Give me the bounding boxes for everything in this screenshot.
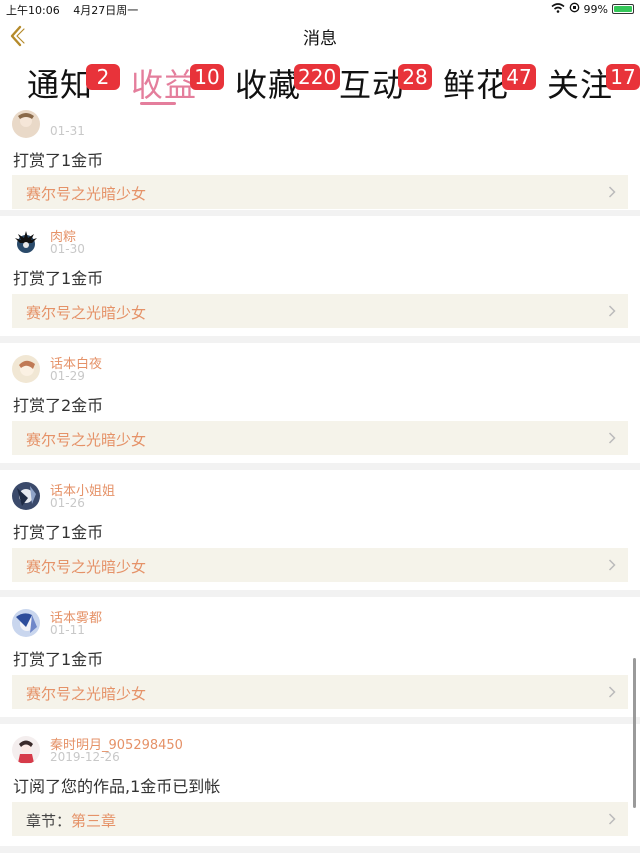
work-title: 赛尔号之光暗少女: [26, 558, 147, 576]
list-item[interactable]: 秦时明月_905298450 2019-12-26 订阅了您的作品,1金币已到帐…: [0, 724, 640, 846]
chevron-right-icon: [608, 305, 616, 317]
work-title: 赛尔号之光暗少女: [26, 304, 147, 322]
work-link[interactable]: 赛尔号之光暗少女: [12, 421, 628, 455]
tab-earnings[interactable]: 收益 10: [122, 56, 226, 106]
action-text: 打赏了1金币: [13, 151, 104, 170]
status-right: 99%: [551, 2, 634, 16]
status-left: 上午10:06 4月27日周一: [6, 2, 148, 18]
action-text: 打赏了1金币: [13, 269, 104, 288]
scrollbar[interactable]: [633, 658, 636, 808]
list-item[interactable]: 话本小姐姐 01-26 打赏了1金币 赛尔号之光暗少女: [0, 470, 640, 590]
timestamp: 2019-12-26: [50, 750, 120, 764]
tab-notifications[interactable]: 通知 2: [18, 56, 122, 106]
tab-interactions[interactable]: 互动 28: [330, 56, 434, 106]
timestamp: 01-30: [50, 242, 85, 256]
chapter-link[interactable]: 章节：第三章: [12, 802, 628, 836]
avatar[interactable]: [12, 482, 40, 510]
battery-percent: 99%: [583, 2, 608, 16]
tab-flowers[interactable]: 鲜花 47: [434, 56, 538, 106]
unread-badge: 28: [398, 64, 432, 90]
avatar[interactable]: [12, 355, 40, 383]
timestamp: 01-29: [50, 369, 85, 383]
list-item[interactable]: 话本白夜 01-29 打赏了2金币 赛尔号之光暗少女: [0, 343, 640, 463]
list-item[interactable]: 肉粽 01-30 打赏了1金币 赛尔号之光暗少女: [0, 216, 640, 336]
nav-header: 消息 通知 2 收益 10 收藏 220 互动 28 鲜花 47 关注 17: [0, 18, 640, 110]
status-date: 4月27日周一: [73, 4, 139, 17]
category-tabs: 通知 2 收益 10 收藏 220 互动 28 鲜花 47 关注 17: [0, 56, 640, 106]
timestamp: 01-31: [50, 124, 85, 138]
action-text: 打赏了1金币: [13, 650, 104, 669]
avatar[interactable]: [12, 228, 40, 256]
action-text: 打赏了2金币: [13, 396, 104, 415]
work-link[interactable]: 赛尔号之光暗少女: [12, 675, 628, 709]
unread-badge: 47: [502, 64, 536, 90]
avatar[interactable]: [12, 110, 40, 138]
list-item[interactable]: 话本雾都 01-11 打赏了1金币 赛尔号之光暗少女: [0, 597, 640, 717]
list-item[interactable]: 01-31 打赏了1金币 赛尔号之光暗少女: [0, 110, 640, 210]
work-title: 赛尔号之光暗少女: [26, 685, 147, 703]
tab-favorites[interactable]: 收藏 220: [226, 56, 341, 106]
unread-badge: 10: [190, 64, 224, 90]
chevron-right-icon: [608, 559, 616, 571]
work-link[interactable]: 赛尔号之光暗少女: [12, 294, 628, 328]
status-time: 上午10:06: [6, 4, 60, 17]
work-title: 赛尔号之光暗少女: [26, 431, 147, 449]
battery-level: [614, 6, 632, 12]
chevron-right-icon: [608, 432, 616, 444]
work-title: 赛尔号之光暗少女: [26, 185, 147, 203]
status-bar: 上午10:06 4月27日周一 99%: [0, 0, 640, 18]
unread-badge: 2: [86, 64, 120, 90]
action-text: 打赏了1金币: [13, 523, 104, 542]
avatar[interactable]: [12, 609, 40, 637]
unread-badge: 17: [606, 64, 640, 90]
timestamp: 01-11: [50, 623, 85, 637]
orientation-lock-icon: [569, 2, 580, 16]
action-text: 订阅了您的作品,1金币已到帐: [13, 777, 221, 796]
wifi-icon: [551, 2, 565, 16]
chapter-title: 章节：第三章: [26, 812, 117, 830]
active-tab-indicator: [140, 102, 176, 105]
chevron-right-icon: [608, 186, 616, 198]
tab-follows[interactable]: 关注 17: [538, 56, 640, 106]
chevron-right-icon: [608, 686, 616, 698]
message-feed[interactable]: 01-31 打赏了1金币 赛尔号之光暗少女 肉粽 01-30 打赏了1金币 赛尔…: [0, 110, 640, 853]
avatar[interactable]: [12, 736, 40, 764]
work-link[interactable]: 赛尔号之光暗少女: [12, 175, 628, 209]
chevron-right-icon: [608, 813, 616, 825]
timestamp: 01-26: [50, 496, 85, 510]
work-link[interactable]: 赛尔号之光暗少女: [12, 548, 628, 582]
battery-icon: [612, 4, 634, 14]
page-title: 消息: [303, 29, 337, 49]
